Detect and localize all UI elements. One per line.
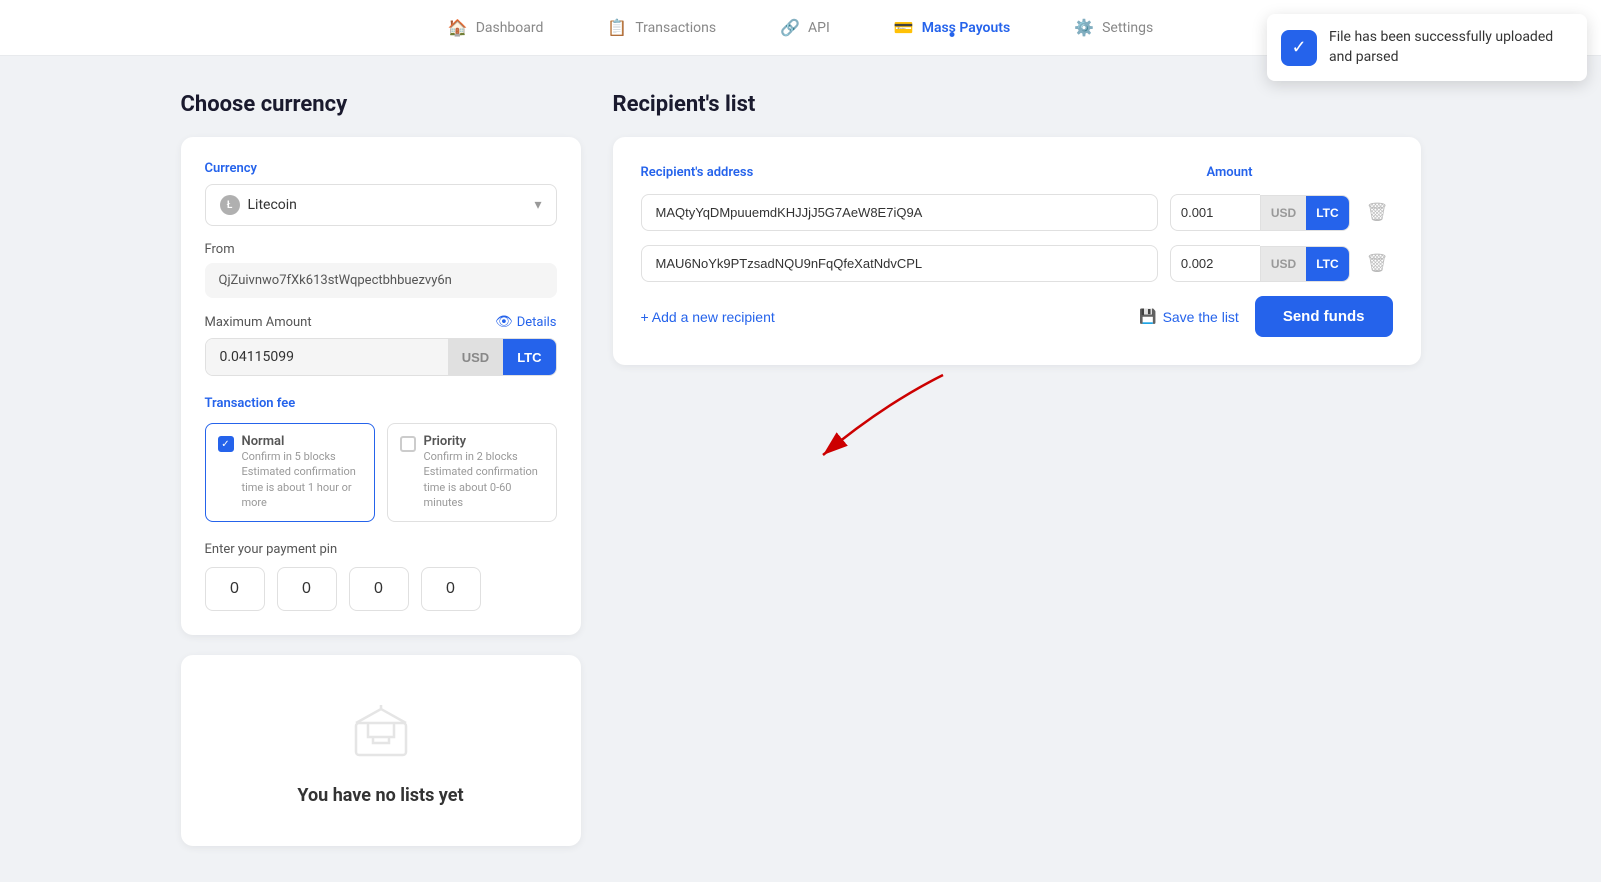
fee-normal-name: Normal — [242, 434, 362, 449]
from-label: From — [205, 242, 557, 257]
add-recipient-button[interactable]: + Add a new recipient — [641, 309, 775, 325]
eye-icon: 👁 — [495, 314, 513, 330]
fee-normal-option[interactable]: ✓ Normal Confirm in 5 blocks Estimated c… — [205, 423, 375, 522]
toast-notification: ✓ File has been successfully uploaded an… — [1267, 14, 1587, 81]
pin-label: Enter your payment pin — [205, 542, 557, 557]
currency-label: Currency — [205, 161, 557, 176]
api-icon: 🔗 — [780, 18, 800, 37]
nav-settings[interactable]: ⚙️ Settings — [1066, 14, 1161, 41]
amount-display: 0.04115099 USD LTC — [205, 338, 557, 376]
pin-input-3[interactable] — [349, 567, 409, 611]
empty-box-icon — [346, 695, 416, 765]
recipient-amount-input-1[interactable] — [1170, 194, 1260, 231]
normal-checkbox[interactable]: ✓ — [218, 436, 234, 452]
currency-card: Currency Ł Litecoin ▾ From QjZuivnwo7fXk… — [181, 137, 581, 635]
recipient-address-input-2[interactable] — [641, 245, 1158, 282]
fee-priority-desc: Confirm in 2 blocks — [424, 449, 544, 464]
transactions-icon: 📋 — [607, 18, 627, 37]
recipient-amount-input-2[interactable] — [1170, 245, 1260, 282]
details-link[interactable]: 👁 Details — [495, 314, 557, 330]
delete-recipient-2[interactable]: 🗑 — [1362, 249, 1393, 278]
settings-icon: ⚙️ — [1074, 18, 1094, 37]
amount-currency-toggle-2: USD LTC — [1260, 246, 1350, 282]
nav-api-label: API — [808, 20, 830, 36]
fee-options: ✓ Normal Confirm in 5 blocks Estimated c… — [205, 423, 557, 522]
recipients-card: Recipient's address Amount USD LTC 🗑 — [613, 137, 1421, 365]
fee-priority-option[interactable]: Priority Confirm in 2 blocks Estimated c… — [387, 423, 557, 522]
nav-api[interactable]: 🔗 API — [772, 14, 838, 41]
fee-priority-est: Estimated confirmation time is about 0-6… — [424, 464, 544, 510]
currency-select[interactable]: Ł Litecoin ▾ — [205, 184, 557, 226]
chevron-down-icon: ▾ — [534, 197, 541, 213]
recipients-actions: + Add a new recipient 💾 Save the list Se… — [641, 296, 1393, 337]
currency-value: Litecoin — [248, 197, 297, 213]
recipient-amount-group-1: USD LTC — [1170, 194, 1350, 231]
main-content: Choose currency Currency Ł Litecoin ▾ Fr… — [101, 56, 1501, 882]
nav-transactions-label: Transactions — [635, 20, 716, 36]
recipient-address-input-1[interactable] — [641, 194, 1158, 231]
ltc-toggle-btn[interactable]: LTC — [503, 339, 555, 375]
recipients-title: Recipient's list — [613, 92, 1421, 117]
recipient-amount-group-2: USD LTC — [1170, 245, 1350, 282]
nav-dashboard-label: Dashboard — [476, 20, 544, 36]
toast-message: File has been successfully uploaded and … — [1329, 28, 1567, 67]
floppy-disk-icon: 💾 — [1139, 308, 1156, 325]
nav-mass-payouts-label: Mass Payouts — [922, 20, 1010, 36]
priority-checkbox[interactable] — [400, 436, 416, 452]
max-amount-value: 0.04115099 — [206, 339, 448, 375]
active-indicator — [949, 32, 954, 37]
mass-payouts-icon: 💳 — [894, 18, 914, 37]
from-address: QjZuivnwo7fXk613stWqpectbhbuezvy6n — [205, 263, 557, 298]
usd-btn-1[interactable]: USD — [1261, 196, 1306, 230]
litecoin-icon: Ł — [220, 195, 240, 215]
nav-mass-payouts[interactable]: 💳 Mass Payouts — [886, 14, 1018, 41]
recipient-row-1: USD LTC 🗑 — [641, 194, 1393, 231]
save-list-button[interactable]: 💾 Save the list — [1139, 308, 1239, 325]
address-col-label: Recipient's address — [641, 165, 754, 180]
fee-priority-name: Priority — [424, 434, 544, 449]
nav-transactions[interactable]: 📋 Transactions — [599, 14, 724, 41]
pin-input-1[interactable] — [205, 567, 265, 611]
currency-toggle: USD LTC — [448, 339, 556, 375]
pin-input-2[interactable] — [277, 567, 337, 611]
recipient-row-2: USD LTC 🗑 — [641, 245, 1393, 282]
no-lists-text: You have no lists yet — [205, 785, 557, 806]
fee-normal-desc: Confirm in 5 blocks — [242, 449, 362, 464]
usd-btn-2[interactable]: USD — [1261, 247, 1306, 281]
ltc-btn-1[interactable]: LTC — [1306, 196, 1348, 230]
delete-recipient-1[interactable]: 🗑 — [1362, 198, 1393, 227]
no-lists-card: You have no lists yet — [181, 655, 581, 846]
fee-label: Transaction fee — [205, 396, 557, 411]
arrow-annotation — [613, 365, 1421, 485]
recipient-header: Recipient's address Amount — [641, 165, 1393, 180]
pin-input-4[interactable] — [421, 567, 481, 611]
amount-col-label: Amount — [1206, 165, 1252, 180]
pin-inputs — [205, 567, 557, 611]
arrow-svg — [763, 365, 1163, 485]
toast-check-icon: ✓ — [1281, 30, 1317, 66]
send-funds-button[interactable]: Send funds — [1255, 296, 1393, 337]
nav-dashboard[interactable]: 🏠 Dashboard — [440, 14, 552, 41]
max-amount-label: Maximum Amount — [205, 315, 312, 330]
fee-normal-est: Estimated confirmation time is about 1 h… — [242, 464, 362, 510]
left-panel: Choose currency Currency Ł Litecoin ▾ Fr… — [181, 92, 581, 846]
home-icon: 🏠 — [448, 18, 468, 37]
amount-currency-toggle-1: USD LTC — [1260, 195, 1350, 231]
nav-settings-label: Settings — [1102, 20, 1153, 36]
ltc-btn-2[interactable]: LTC — [1306, 247, 1348, 281]
usd-toggle-btn[interactable]: USD — [448, 339, 503, 375]
right-panel: Recipient's list Recipient's address Amo… — [613, 92, 1421, 846]
choose-currency-title: Choose currency — [181, 92, 581, 117]
